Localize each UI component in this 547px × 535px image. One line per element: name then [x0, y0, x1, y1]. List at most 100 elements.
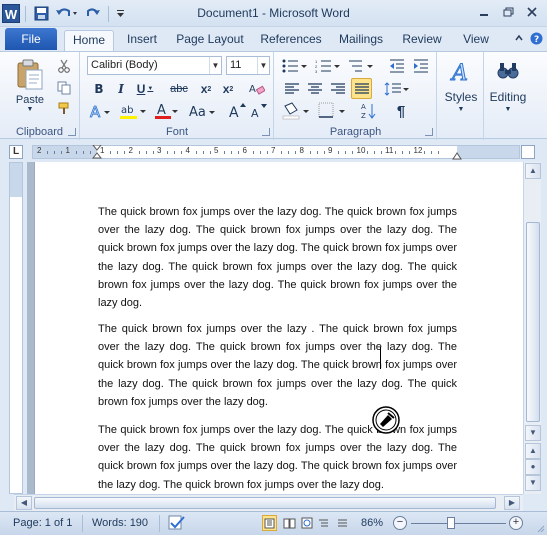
tab-mailings[interactable]: Mailings — [333, 30, 389, 51]
underline-button[interactable]: U ▼ — [134, 80, 156, 98]
ruler-number: 6 — [242, 146, 247, 155]
minimize-icon[interactable] — [473, 3, 495, 21]
bold-button[interactable]: B — [90, 80, 108, 98]
ruler-tick — [309, 151, 311, 154]
highlight-color-icon[interactable]: ab — [118, 101, 148, 121]
horizontal-ruler[interactable]: 2 1 1 2 3 4 5 6 7 8 9 10 11 12 — [32, 145, 520, 160]
proofing-icon[interactable] — [168, 515, 186, 534]
bullets-icon[interactable] — [281, 56, 309, 75]
font-size-dropdown-icon[interactable]: ▼ — [257, 57, 269, 74]
paragraph-3[interactable]: The quick brown fox jumps over the lazy … — [98, 421, 457, 494]
help-icon[interactable]: ? — [530, 32, 543, 48]
italic-button[interactable]: I — [112, 80, 130, 98]
outline-view-icon[interactable] — [316, 515, 331, 531]
tab-review[interactable]: Review — [396, 30, 448, 51]
shrink-font-icon[interactable]: A — [249, 101, 269, 121]
zoom-level[interactable]: 86% — [361, 517, 383, 529]
resize-grip-icon[interactable] — [536, 524, 545, 533]
change-case-icon[interactable]: Aa — [187, 101, 217, 121]
tab-page-layout[interactable]: Page Layout — [170, 30, 250, 51]
align-right-icon[interactable] — [328, 79, 348, 98]
full-screen-reading-view-icon[interactable] — [282, 515, 297, 531]
ruler-tick — [89, 151, 91, 154]
align-center-icon[interactable] — [305, 79, 325, 98]
zoom-slider-track[interactable] — [411, 523, 506, 524]
vertical-scrollbar[interactable]: ▲ ▼ ▲ ● ▼ — [523, 162, 541, 494]
subscript-button[interactable]: x2 — [197, 80, 215, 98]
select-browse-object-icon[interactable]: ● — [525, 459, 541, 475]
copy-icon[interactable] — [55, 79, 73, 97]
ruler-tick — [181, 151, 183, 154]
word-count[interactable]: Words: 190 — [92, 517, 148, 529]
grow-font-icon[interactable]: A — [227, 101, 247, 121]
paste-button[interactable]: Paste ▼ — [10, 56, 50, 116]
print-layout-view-icon[interactable] — [262, 515, 277, 531]
scroll-left-icon[interactable]: ◀ — [16, 496, 32, 510]
minimize-ribbon-icon[interactable] — [514, 32, 524, 48]
ruler-number: 2 — [37, 146, 42, 155]
tab-selector-button[interactable]: L — [9, 145, 23, 159]
previous-page-icon[interactable]: ▲ — [525, 443, 541, 459]
tab-file[interactable]: File — [5, 28, 57, 50]
font-name-dropdown-icon[interactable]: ▼ — [209, 57, 221, 74]
close-icon[interactable] — [521, 3, 543, 21]
tab-home[interactable]: Home — [64, 30, 114, 51]
font-size-combo[interactable]: 11 ▼ — [226, 56, 270, 75]
superscript-button[interactable]: x2 — [219, 80, 237, 98]
line-spacing-icon[interactable] — [383, 79, 411, 98]
zoom-slider-thumb[interactable] — [447, 517, 455, 529]
shading-icon[interactable] — [281, 101, 311, 121]
zoom-out-icon[interactable]: − — [393, 516, 407, 530]
clipboard-launcher-icon[interactable] — [68, 128, 76, 136]
cut-icon[interactable] — [55, 57, 73, 75]
right-indent-marker-icon[interactable] — [452, 152, 462, 160]
view-ruler-icon[interactable] — [521, 145, 535, 159]
web-layout-view-icon[interactable] — [299, 515, 314, 531]
multilevel-list-icon[interactable] — [347, 56, 375, 75]
draft-view-icon[interactable] — [335, 515, 350, 531]
decrease-indent-icon[interactable] — [387, 56, 407, 75]
ruler-tick — [409, 151, 411, 154]
restore-icon[interactable] — [497, 3, 519, 21]
horizontal-scrollbar[interactable]: ◀ ▶ — [14, 494, 523, 511]
borders-icon[interactable] — [317, 101, 347, 121]
page-count[interactable]: Page: 1 of 1 — [13, 517, 72, 529]
format-painter-icon[interactable] — [55, 100, 73, 118]
align-left-icon[interactable] — [282, 79, 302, 98]
ruler-tick — [380, 151, 382, 154]
vertical-ruler[interactable] — [9, 162, 23, 494]
paragraph-launcher-icon[interactable] — [425, 128, 433, 136]
zoom-in-icon[interactable]: + — [509, 516, 523, 530]
scroll-down-icon[interactable]: ▼ — [525, 425, 541, 441]
ruler-number: 5 — [214, 146, 219, 155]
scroll-right-icon[interactable]: ▶ — [504, 496, 520, 510]
ruler-number: 11 — [385, 146, 394, 155]
clear-formatting-icon[interactable]: A — [247, 80, 267, 98]
ruler-tick — [366, 151, 368, 154]
text-effects-icon[interactable]: A — [88, 101, 112, 121]
horizontal-scroll-thumb[interactable] — [34, 497, 496, 509]
paragraph-1[interactable]: The quick brown fox jumps over the lazy … — [98, 203, 457, 312]
increase-indent-icon[interactable] — [411, 56, 431, 75]
tab-insert[interactable]: Insert — [118, 30, 166, 51]
ruler-tick — [209, 151, 211, 154]
show-formatting-marks-icon[interactable]: ¶ — [391, 101, 411, 121]
svg-text:A: A — [90, 103, 101, 120]
justify-button[interactable] — [351, 78, 372, 99]
scroll-up-icon[interactable]: ▲ — [525, 163, 541, 179]
numbering-icon[interactable]: 123 — [314, 56, 342, 75]
strikethrough-button[interactable]: abc — [167, 80, 191, 98]
tab-references[interactable]: References — [254, 30, 328, 51]
font-name-combo[interactable]: Calibri (Body) ▼ — [87, 56, 222, 75]
window-controls — [473, 3, 543, 21]
font-launcher-icon[interactable] — [262, 128, 270, 136]
svg-text:A: A — [251, 107, 259, 120]
styles-group[interactable]: A Styles ▼ — [438, 52, 484, 140]
font-color-icon[interactable]: A — [153, 101, 179, 121]
editing-group[interactable]: Editing ▼ — [485, 52, 531, 140]
sort-icon[interactable]: AZ — [359, 101, 379, 121]
next-page-icon[interactable]: ▼ — [525, 475, 541, 491]
paragraph-2[interactable]: The quick brown fox jumps over the lazy … — [98, 320, 457, 411]
vertical-scroll-thumb[interactable] — [526, 222, 540, 422]
tab-view[interactable]: View — [456, 30, 496, 51]
